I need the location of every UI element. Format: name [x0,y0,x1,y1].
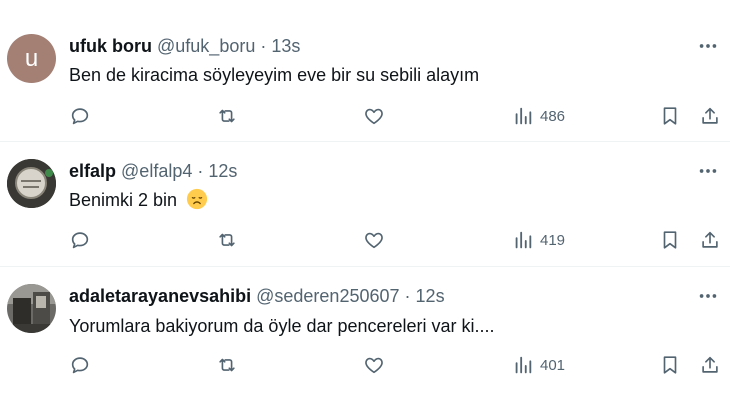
avatar-letter: u [24,44,39,72]
reply-icon [71,232,89,249]
retweet-icon [219,109,235,123]
like-button[interactable] [363,104,385,128]
tweet-text-line: Benimki 2 bin [69,188,208,212]
reply-button[interactable] [69,228,91,252]
tweet-feed: u ufuk boru @ufuk_boru · 13s Ben de kira… [0,0,730,420]
avatar-image [7,159,56,208]
heart-icon [365,108,383,125]
more-options-icon[interactable] [696,159,720,183]
tweet-header: ufuk boru @ufuk_boru · 13s [69,34,300,58]
avatar-image [7,284,56,333]
retweet-icon [219,358,235,372]
tweet[interactable]: elfalp @elfalp4 · 12s Benimki 2 bin 419 [0,142,730,267]
bookmark-button[interactable] [659,228,681,252]
separator: · [197,161,204,181]
views-button[interactable]: 401 [512,353,565,377]
heart-icon [365,232,383,249]
timestamp[interactable]: 12s [416,286,445,306]
share-button[interactable] [699,353,721,377]
bookmark-button[interactable] [659,104,681,128]
views-button[interactable]: 486 [512,104,565,128]
reply-button[interactable] [69,104,91,128]
tweet-header: adaletarayanevsahibi @sederen250607 · 12… [69,284,445,308]
views-icon [515,107,532,125]
retweet-button[interactable] [216,353,238,377]
timestamp[interactable]: 12s [208,161,237,181]
tweet[interactable]: adaletarayanevsahibi @sederen250607 · 12… [0,267,730,420]
bookmark-button[interactable] [659,353,681,377]
share-icon [702,107,718,124]
share-button[interactable] [699,228,721,252]
share-button[interactable] [699,104,721,128]
display-name[interactable]: ufuk boru [69,36,152,56]
views-icon [515,231,532,249]
views-count: 419 [540,231,566,249]
avatar[interactable]: u [7,34,56,83]
views-icon [515,356,532,374]
more-options-icon[interactable] [696,34,720,58]
tweet[interactable]: u ufuk boru @ufuk_boru · 13s Ben de kira… [0,0,730,142]
views-count: 486 [540,107,566,125]
reply-button[interactable] [69,353,91,377]
tweet-text: Benimki 2 bin [69,190,178,210]
bookmark-icon [663,356,677,374]
more-options-icon[interactable] [696,284,720,308]
avatar[interactable] [7,284,56,333]
tweet-text: Yorumlara bakiyorum da öyle dar pencerel… [69,316,495,336]
display-name[interactable]: elfalp [69,161,116,181]
retweet-button[interactable] [216,228,238,252]
handle[interactable]: @ufuk_boru [157,36,255,56]
handle[interactable]: @elfalp4 [121,161,192,181]
separator: · [260,36,267,56]
views-button[interactable]: 419 [512,228,565,252]
retweet-button[interactable] [216,104,238,128]
views-count: 401 [540,356,566,374]
heart-icon [365,357,383,374]
handle[interactable]: @sederen250607 [256,286,399,306]
like-button[interactable] [363,228,385,252]
separator: · [404,286,411,306]
timestamp[interactable]: 13s [271,36,300,56]
bookmark-icon [663,107,677,125]
display-name[interactable]: adaletarayanevsahibi [69,286,251,306]
like-button[interactable] [363,353,385,377]
share-icon [702,356,718,373]
reply-icon [71,357,89,374]
share-icon [702,231,718,248]
bookmark-icon [663,231,677,249]
avatar[interactable] [7,159,56,208]
disappointed-face-icon [186,188,208,210]
tweet-text: Ben de kiracima söyleyeyim eve bir su se… [69,65,480,85]
tweet-header: elfalp @elfalp4 · 12s [69,159,237,183]
reply-icon [71,108,89,125]
retweet-icon [219,233,235,247]
